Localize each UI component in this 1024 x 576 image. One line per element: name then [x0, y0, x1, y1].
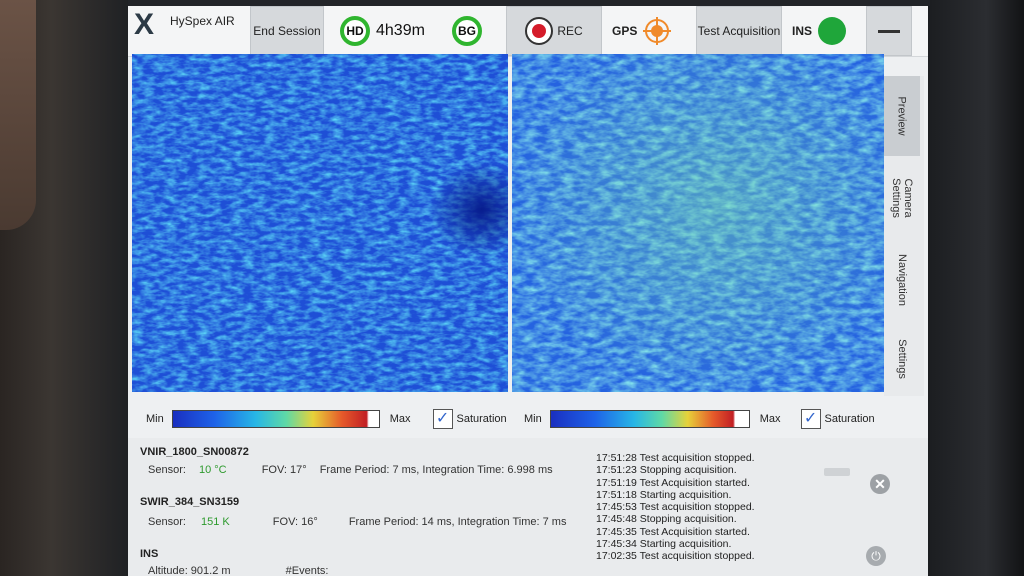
- tab-navigation-label: Navigation: [896, 254, 909, 306]
- menu-button[interactable]: [866, 6, 912, 56]
- log-line: 17:02:35 Test acquisition stopped.: [596, 550, 755, 563]
- monitor-bezel-left: [0, 0, 128, 576]
- ins-label: INS: [792, 24, 813, 38]
- hd-status[interactable]: HD 4h39m: [340, 6, 440, 56]
- ins-section-name: INS: [140, 548, 159, 560]
- record-icon: [525, 17, 554, 45]
- bg-status-icon: BG: [452, 16, 482, 46]
- end-session-button[interactable]: End Session: [250, 6, 324, 56]
- toolbar: X HySpex AIR End Session HD 4h39m BG REC…: [128, 6, 928, 57]
- rec-button[interactable]: REC: [506, 6, 602, 56]
- hd-label: HD: [346, 24, 364, 38]
- colorbar-left-min: Min: [146, 413, 164, 425]
- minus-icon: [878, 29, 900, 33]
- monitor-bezel-right: [930, 0, 1024, 576]
- swir-preview-image[interactable]: [512, 54, 884, 392]
- colorbar-left: Min Max ✓ Saturation: [146, 404, 507, 434]
- gps-target-icon: [643, 17, 672, 45]
- hd-time-remaining: 4h39m: [376, 22, 425, 39]
- log-line: 17:45:53 Test acquisition stopped.: [596, 501, 755, 514]
- app-screen: X HySpex AIR End Session HD 4h39m BG REC…: [128, 6, 928, 576]
- tab-navigation[interactable]: Navigation: [884, 240, 920, 320]
- vnir-timing: Frame Period: 7 ms, Integration Time: 6.…: [319, 464, 553, 476]
- colorbar-right-min: Min: [524, 413, 542, 425]
- log-line: 17:51:23 Stopping acquisition.: [596, 464, 737, 477]
- test-acquisition-button[interactable]: Test Acquisition: [696, 6, 782, 56]
- end-session-label: End Session: [253, 24, 321, 38]
- saturation-left-checkbox[interactable]: ✓: [432, 409, 453, 429]
- log-line: 17:51:28 Test acquisition stopped.: [596, 452, 755, 464]
- hand-photo-area: [0, 0, 36, 230]
- saturation-left-label: Saturation: [456, 413, 507, 425]
- log-line: 17:51:18 Starting acquisition.: [596, 488, 732, 501]
- checkmark-icon: ✓: [435, 410, 450, 427]
- vnir-fov: FOV: 17°: [261, 464, 307, 476]
- tab-settings[interactable]: Settings: [884, 322, 920, 396]
- vnir-sensor-line: Sensor: 10 °C FOV: 17° Frame Period: 7 m…: [148, 464, 553, 476]
- swir-sensor-temp: 151 K: [200, 516, 230, 528]
- hd-status-icon: HD: [340, 16, 370, 46]
- log-line: 17:45:48 Stopping acquisition.: [596, 513, 737, 526]
- colorbar-right-gradient[interactable]: [549, 410, 750, 428]
- test-acquisition-label: Test Acquisition: [697, 24, 781, 38]
- status-panel: VNIR_1800_SN00872 Sensor: 10 °C FOV: 17°…: [128, 438, 928, 576]
- tab-preview-label: Preview: [896, 96, 908, 136]
- rec-label: REC: [557, 24, 583, 38]
- swir-sensor-label: Sensor:: [148, 516, 186, 528]
- saturation-right-label: Saturation: [824, 413, 875, 425]
- vnir-sensor-name: VNIR_1800_SN00872: [140, 446, 249, 458]
- hyspex-logo-icon: X: [134, 8, 155, 41]
- swir-fov: FOV: 16°: [272, 516, 318, 528]
- log-scrollbar[interactable]: [824, 468, 850, 476]
- ins-events: #Events:: [285, 565, 329, 576]
- log-line: 17:51:19 Test Acquisition started.: [596, 476, 750, 489]
- vnir-sensor-label: Sensor:: [148, 464, 186, 476]
- bg-status[interactable]: BG: [452, 6, 492, 56]
- close-icon[interactable]: ✕: [870, 474, 890, 494]
- vnir-sensor-temp: 10 °C: [198, 464, 227, 476]
- bg-label: BG: [458, 24, 476, 38]
- swir-sensor-line: Sensor: 151 K FOV: 16° Frame Period: 14 …: [148, 516, 566, 528]
- swir-sensor-name: SWIR_384_SN3159: [140, 496, 240, 508]
- colorbar-right: Min Max ✓ Saturation: [524, 404, 875, 434]
- gps-label: GPS: [612, 24, 638, 38]
- tab-preview[interactable]: Preview: [884, 76, 920, 156]
- swir-timing: Frame Period: 14 ms, Integration Time: 7…: [348, 516, 567, 528]
- tab-settings-label: Settings: [896, 339, 908, 379]
- tab-camera-settings[interactable]: Camera Settings: [884, 158, 920, 238]
- ins-line: Altitude: 901.2 m #Events:: [148, 565, 328, 576]
- power-icon[interactable]: ⏻: [866, 546, 886, 566]
- ins-status-icon: [818, 17, 847, 45]
- tab-camera-settings-label: Camera Settings: [890, 178, 914, 218]
- ins-status[interactable]: INS: [792, 6, 854, 56]
- event-log: 17:51:28 Test acquisition stopped. 17:51…: [596, 452, 806, 563]
- vnir-preview-image[interactable]: [132, 54, 508, 392]
- side-tab-bar: Preview Camera Settings Navigation Setti…: [884, 76, 924, 396]
- app-title: HySpex AIR: [170, 14, 235, 28]
- log-line: 17:45:34 Starting acquisition.: [596, 538, 732, 551]
- ins-altitude: Altitude: 901.2 m: [148, 565, 231, 576]
- log-line: 17:45:35 Test Acquisition started.: [596, 525, 750, 538]
- gps-status[interactable]: GPS: [612, 6, 684, 56]
- checkmark-icon: ✓: [803, 410, 818, 427]
- saturation-right-checkbox[interactable]: ✓: [800, 409, 821, 429]
- colorbar-left-gradient[interactable]: [171, 410, 380, 428]
- colorbar-right-max: Max: [759, 413, 781, 425]
- colorbar-left-max: Max: [389, 413, 411, 425]
